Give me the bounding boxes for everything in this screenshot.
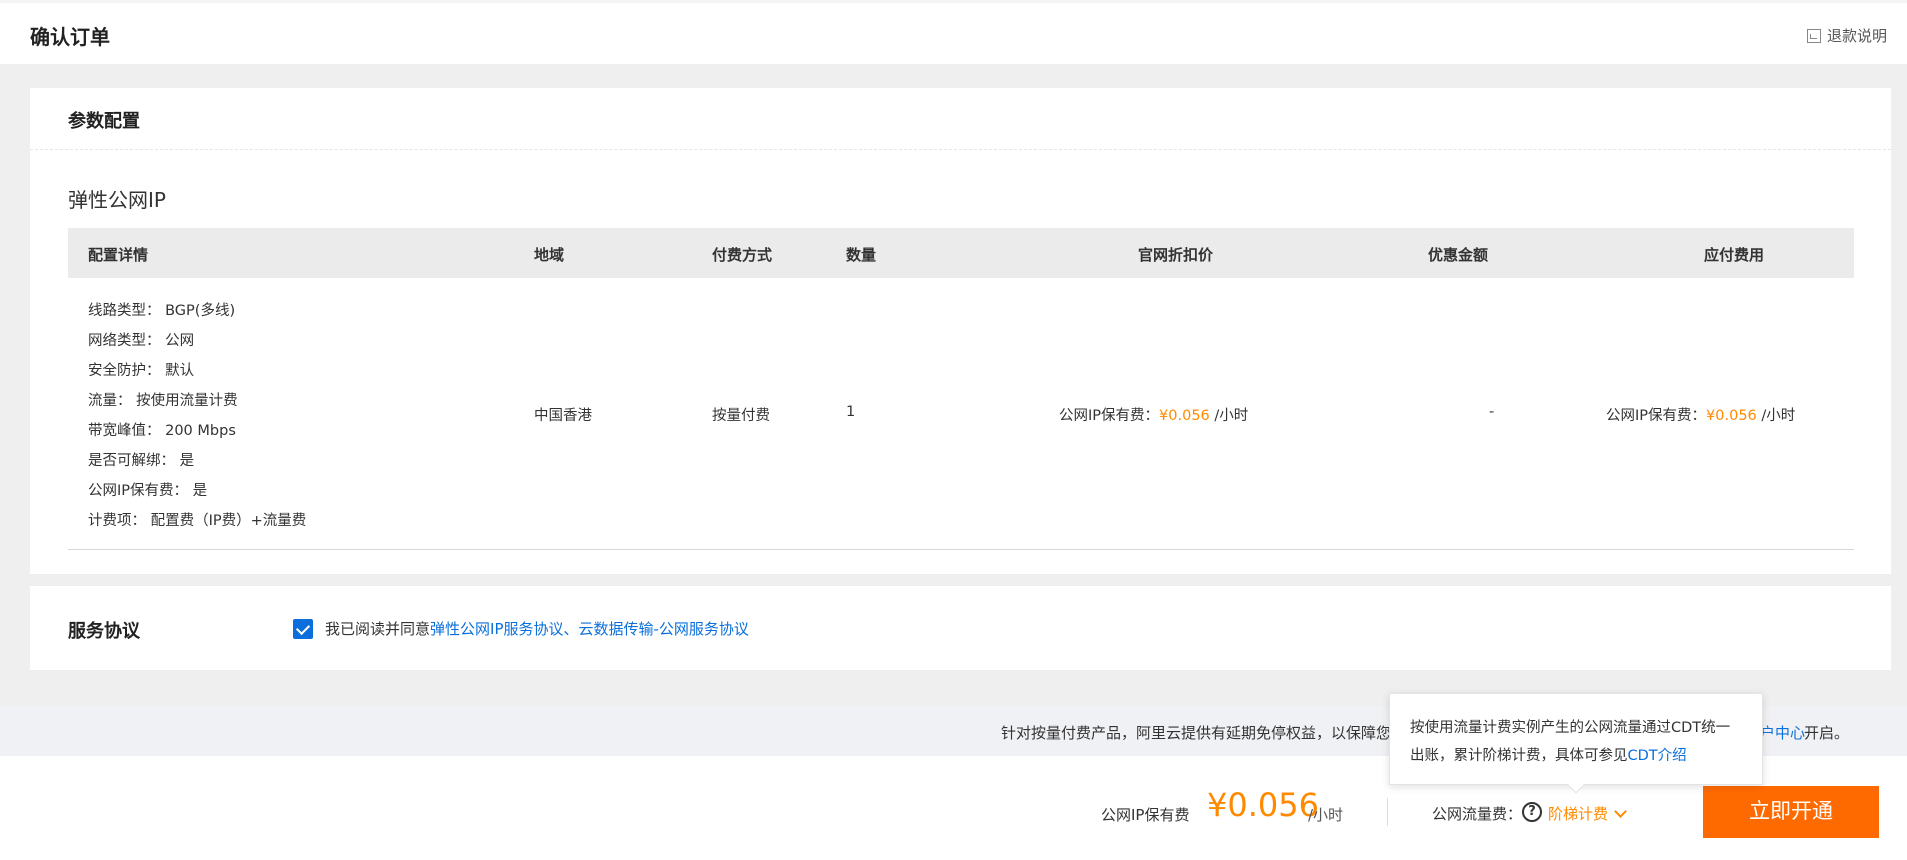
spec-line: 网络类型： 公网 <box>88 333 195 349</box>
due-price-cell: 公网IP保有费：¥0.056 /小时 <box>1606 404 1795 425</box>
tier-pricing-toggle[interactable]: 阶梯计费 <box>1548 803 1627 824</box>
col-payment: 付费方式 <box>712 246 773 264</box>
table-header: 配置详情 地域 付费方式 数量 官网折扣价 优惠金额 应付费用 <box>68 228 1854 278</box>
col-due: 应付费用 <box>1704 246 1765 264</box>
service-card: 服务协议 我已阅读并同意 弹性公网IP服务协议、云数据传输-公网服务协议 <box>30 586 1891 670</box>
refund-link[interactable]: 退款说明 <box>1806 25 1887 46</box>
params-title: 参数配置 <box>68 111 140 132</box>
agreement-row: 我已阅读并同意 弹性公网IP服务协议、云数据传输-公网服务协议 <box>293 618 749 639</box>
due-label: 公网IP保有费： <box>1606 408 1707 424</box>
notice-link[interactable]: 户中心 <box>1760 722 1805 743</box>
discount-value: - <box>1489 404 1495 420</box>
fee-unit: /小时 <box>1308 806 1344 824</box>
quantity-value: 1 <box>846 404 856 420</box>
spec-line: 计费项： 配置费（IP费）+流量费 <box>88 513 307 529</box>
tier-label: 阶梯计费 <box>1548 805 1609 823</box>
col-config: 配置详情 <box>88 246 149 264</box>
spec-line: 是否可解绑： 是 <box>88 453 195 469</box>
fee-amount: ¥0.056 <box>1207 786 1319 824</box>
due-unit: /小时 <box>1756 408 1796 424</box>
service-title: 服务协议 <box>68 621 140 642</box>
fee-label: 公网IP保有费 <box>1101 806 1190 824</box>
back-arrow-icon <box>1806 28 1821 43</box>
product-name: 弹性公网IP <box>68 188 166 212</box>
open-now-button[interactable]: 立即开通 <box>1703 786 1879 838</box>
table-row: 线路类型： BGP(多线) 网络类型： 公网 安全防护： 默认 流量： 按使用流… <box>68 278 1854 550</box>
col-list-price: 官网折扣价 <box>1138 246 1214 264</box>
agreement-links[interactable]: 弹性公网IP服务协议、云数据传输-公网服务协议 <box>430 618 749 639</box>
list-price-unit: /小时 <box>1209 408 1249 424</box>
spec-line: 安全防护： 默认 <box>88 363 195 379</box>
chevron-down-icon <box>1614 804 1627 818</box>
col-quantity: 数量 <box>846 246 877 264</box>
region-value: 中国香港 <box>534 408 592 424</box>
refund-label: 退款说明 <box>1826 27 1887 45</box>
spec-line: 公网IP保有费： 是 <box>88 483 208 499</box>
top-bar: 确认订单 退款说明 <box>0 0 1907 64</box>
list-price-cell: 公网IP保有费：¥0.056 /小时 <box>1059 404 1248 425</box>
spec-line: 线路类型： BGP(多线) <box>88 303 236 319</box>
col-discount: 优惠金额 <box>1428 246 1489 264</box>
config-details: 线路类型： BGP(多线) 网络类型： 公网 安全防护： 默认 流量： 按使用流… <box>88 296 306 536</box>
cdt-tooltip: 按使用流量计费实例产生的公网流量通过CDT统一出账，累计阶梯计费，具体可参见CD… <box>1389 693 1763 785</box>
spec-line: 流量： 按使用流量计费 <box>88 393 238 409</box>
params-card-header: 参数配置 <box>30 88 1891 150</box>
help-icon[interactable]: ? <box>1522 802 1542 822</box>
list-price-value: ¥0.056 <box>1159 408 1210 424</box>
agree-prefix: 我已阅读并同意 <box>325 620 431 638</box>
cdt-intro-link[interactable]: CDT介绍 <box>1628 748 1687 764</box>
list-price-label: 公网IP保有费： <box>1059 408 1160 424</box>
agree-checkbox[interactable] <box>293 618 313 639</box>
order-table: 配置详情 地域 付费方式 数量 官网折扣价 优惠金额 应付费用 线路类型： BG… <box>68 228 1854 550</box>
traffic-fee-label: 公网流量费： <box>1432 805 1523 823</box>
page-title: 确认订单 <box>30 25 110 49</box>
spec-line: 带宽峰值： 200 Mbps <box>88 423 236 439</box>
divider <box>1387 798 1388 826</box>
params-card: 参数配置 弹性公网IP 配置详情 地域 付费方式 数量 官网折扣价 优惠金额 应… <box>30 88 1891 574</box>
notice-text: 针对按量付费产品，阿里云提供有延期免停权益，以保障您 <box>1001 724 1392 742</box>
payment-value: 按量付费 <box>712 408 770 424</box>
due-value: ¥0.056 <box>1706 408 1757 424</box>
col-region: 地域 <box>534 246 565 264</box>
notice-tail: 开启。 <box>1804 724 1850 742</box>
